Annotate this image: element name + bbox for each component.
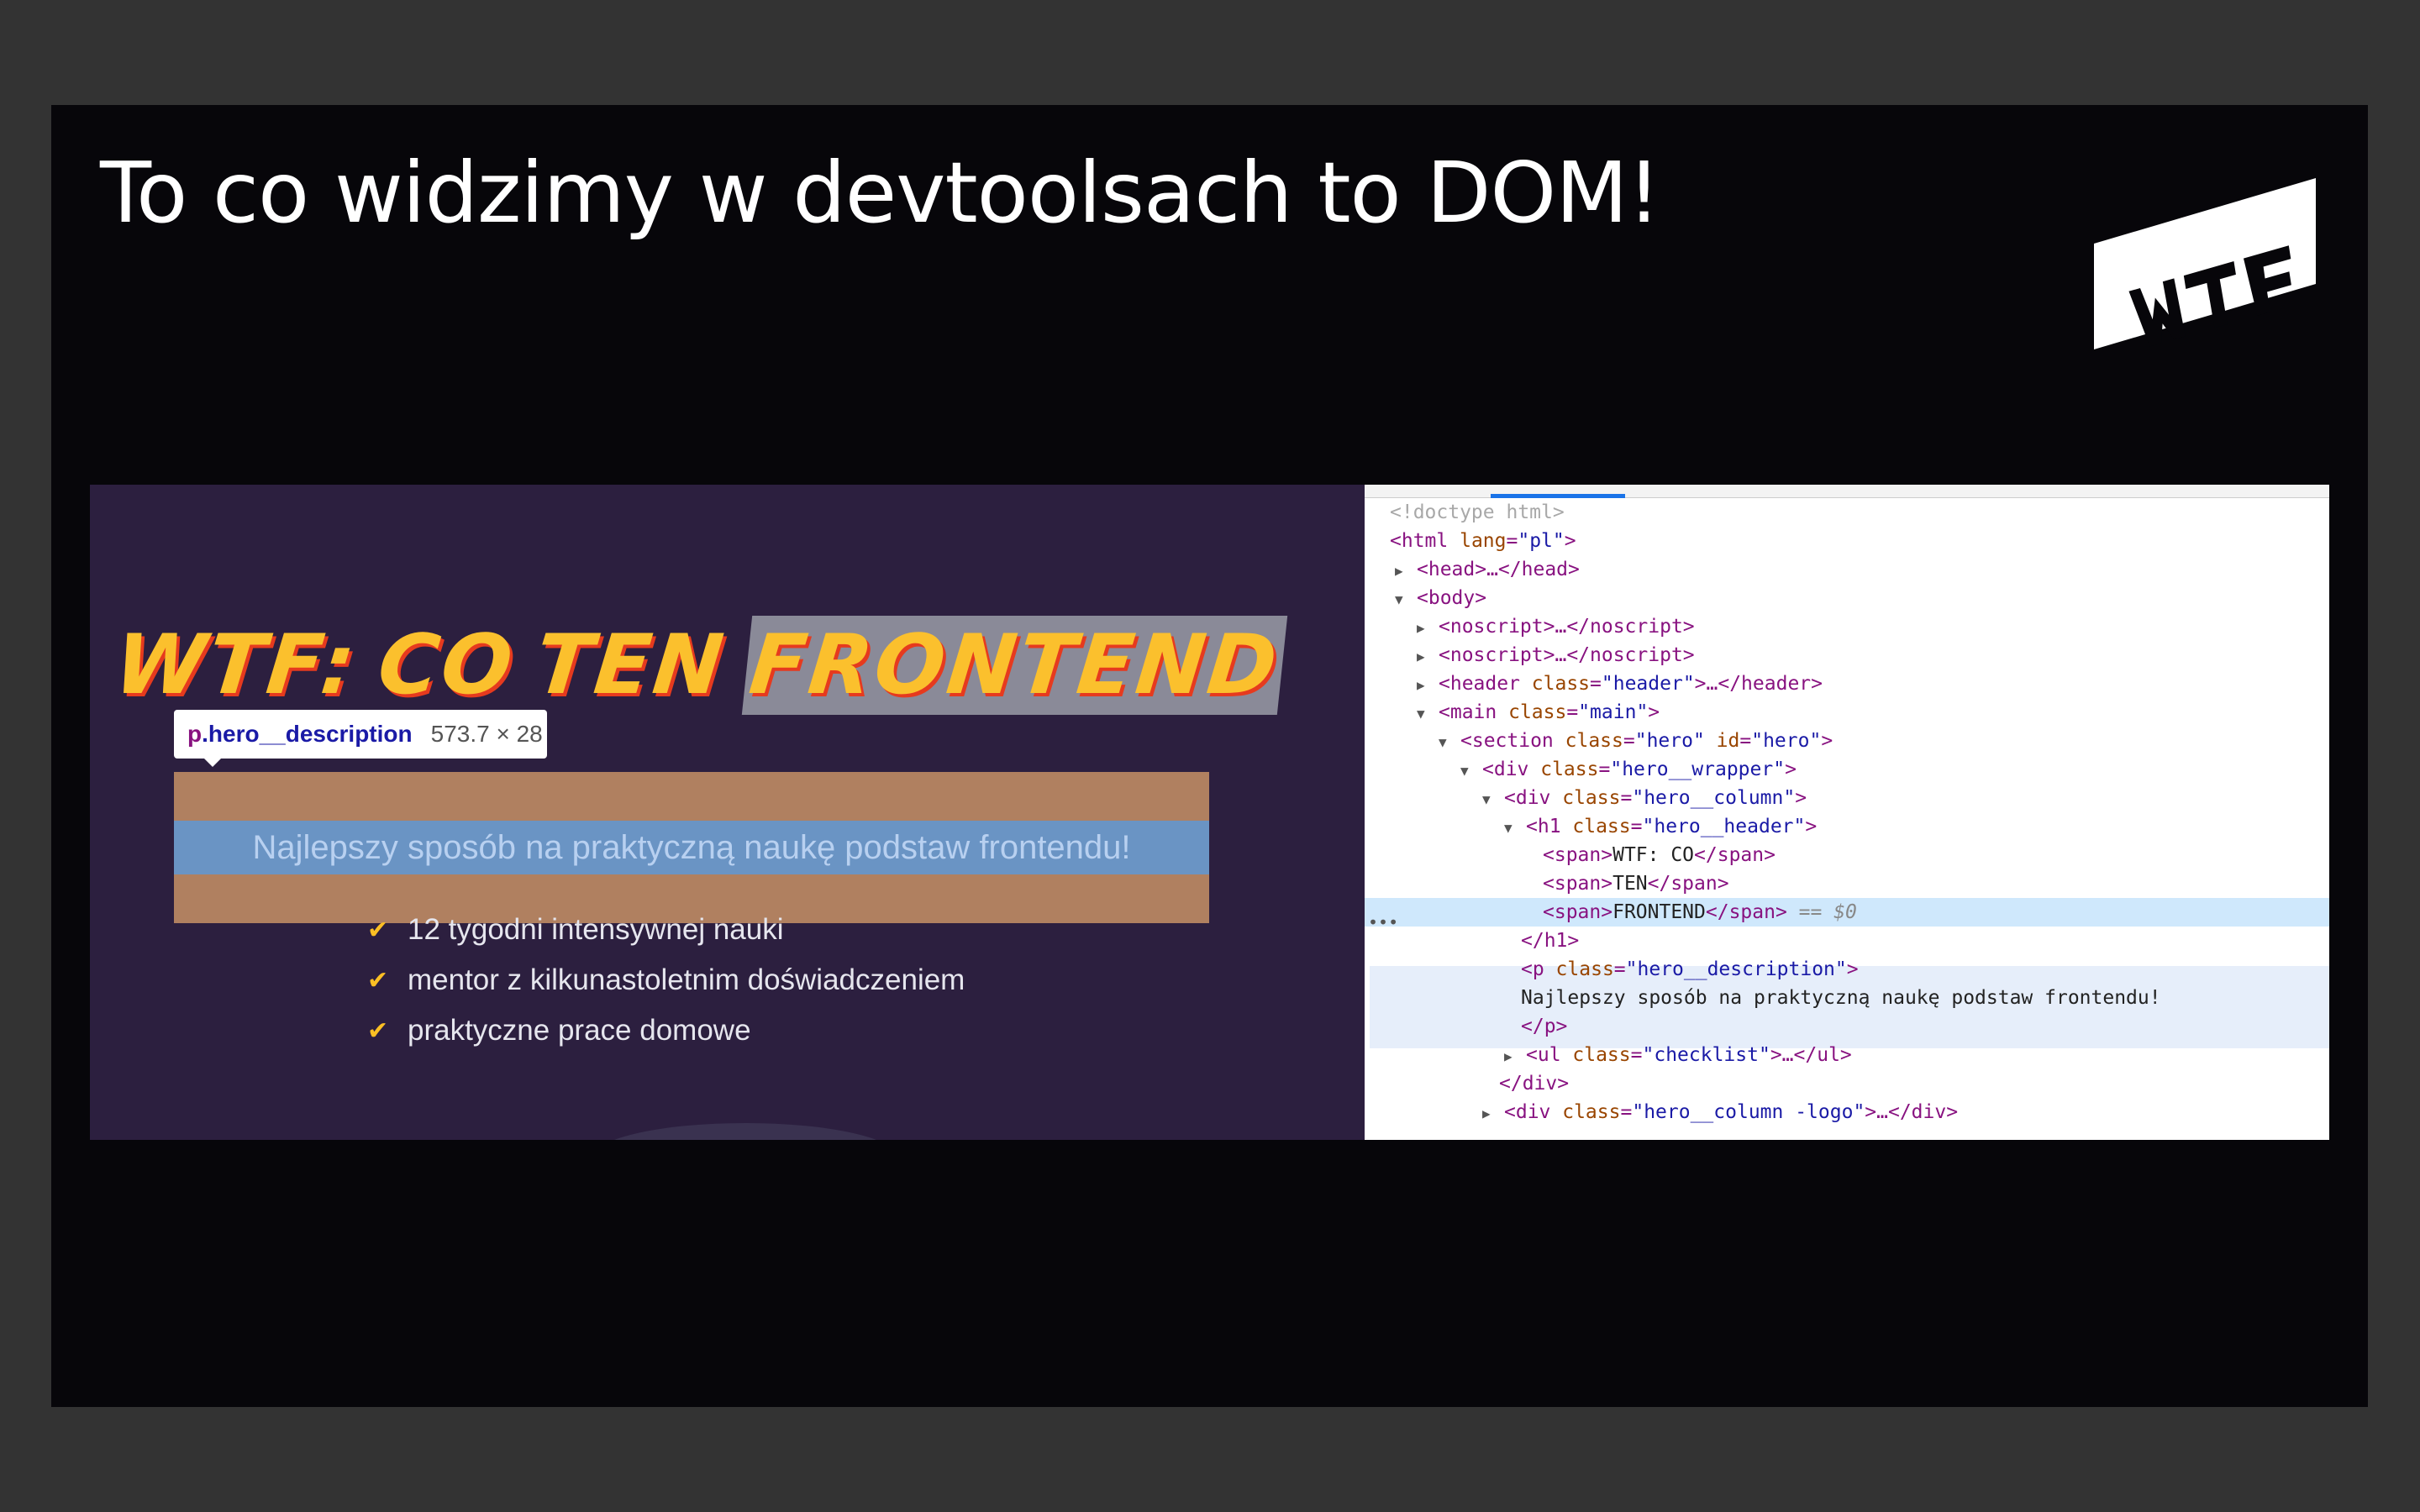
check-icon: ✔ <box>367 915 389 945</box>
expand-arrow-icon[interactable]: ▶ <box>1417 614 1439 643</box>
tooltip-size: 573.7 × 28 <box>430 721 543 747</box>
hero-heading-word: TEN <box>530 617 730 713</box>
wtf-logo <box>2094 178 2316 349</box>
collapse-arrow-icon[interactable]: ▼ <box>1439 728 1460 757</box>
dom-node-p-text[interactable]: Najlepszy sposób na praktyczną naukę pod… <box>1365 984 2329 1012</box>
dom-node-p[interactable]: <p class="hero__description"> <box>1365 955 2329 984</box>
dom-node-noscript[interactable]: ▶ <noscript>…</noscript> <box>1365 612 2329 641</box>
dom-node-noscript[interactable]: ▶ <noscript>…</noscript> <box>1365 641 2329 669</box>
dom-node-header[interactable]: ▶ <header class="header">…</header> <box>1365 669 2329 698</box>
checklist-item-label: 12 tygodni intensywnej nauki <box>408 913 784 946</box>
dom-node-span[interactable]: <span>TEN</span> <box>1365 869 2329 898</box>
selected-node-marker: == $0 <box>1798 901 1857 923</box>
hero-heading-word: WTF: <box>110 617 362 713</box>
dom-node-ul[interactable]: ▶ <ul class="checklist">…</ul> <box>1365 1041 2329 1069</box>
devtools-elements-panel: <!doctype html> <html lang="pl"> ▶ <head>… <box>1365 485 2329 1140</box>
hero-heading-word: CO <box>373 617 519 713</box>
dom-node-body[interactable]: ▼ <body> <box>1365 584 2329 612</box>
expand-arrow-icon[interactable]: ▶ <box>1482 1100 1504 1128</box>
dom-node-head[interactable]: ▶ <head>…</head> <box>1365 555 2329 584</box>
hero-heading: WTF: CO TEN FRONTEND <box>110 616 1309 715</box>
dom-node-span-selected[interactable]: <span>FRONTEND</span> == $0 <box>1365 898 2329 927</box>
logo-partial <box>594 1123 897 1140</box>
hero-description: Najlepszy sposób na praktyczną naukę pod… <box>252 829 1131 866</box>
dom-node-hero-column[interactable]: ▼ <div class="hero__column"> <box>1365 784 2329 812</box>
inspect-tooltip: p .hero__description 573.7 × 28 <box>174 710 547 759</box>
check-icon: ✔ <box>367 1016 389 1046</box>
page-preview: WTF: CO TEN FRONTEND Najlepszy sposób na pr… <box>90 485 1365 1140</box>
tooltip-arrow <box>203 757 223 767</box>
expand-arrow-icon[interactable]: ▶ <box>1504 1042 1526 1071</box>
dom-node-hero-wrapper[interactable]: ▼ <div class="hero__wrapper"> <box>1365 755 2329 784</box>
dom-node-h1[interactable]: ▼ <h1 class="hero__header"> <box>1365 812 2329 841</box>
slide-title: To co widzimy w devtoolsach to DOM! <box>100 144 1661 242</box>
dom-node-html[interactable]: <html lang="pl"> <box>1365 527 2329 555</box>
check-icon: ✔ <box>367 965 389 995</box>
dom-node-main[interactable]: ▼ <main class="main"> <box>1365 698 2329 727</box>
checklist-item: ✔ mentor z kilkunastoletnim doświadczeni… <box>367 957 965 1004</box>
hero-heading-word-highlighted: FRONTEND <box>741 616 1287 715</box>
tooltip-class: .hero__description <box>202 721 413 747</box>
expand-arrow-icon[interactable]: ▶ <box>1417 671 1439 700</box>
checklist-item-label: praktyczne prace domowe <box>408 1014 751 1047</box>
dom-node-h1-close[interactable]: </h1> <box>1365 927 2329 955</box>
dom-node-p-close[interactable]: </p> <box>1365 1012 2329 1041</box>
expand-arrow-icon[interactable]: ▶ <box>1395 557 1417 585</box>
collapse-arrow-icon[interactable]: ▼ <box>1504 814 1526 843</box>
checklist-item: ✔ praktyczne prace domowe <box>367 1007 751 1054</box>
dom-node-hero-column-logo[interactable]: ▶ <div class="hero__column -logo">…</div> <box>1365 1098 2329 1126</box>
expand-arrow-icon[interactable]: ▶ <box>1417 643 1439 671</box>
checklist-item: ✔ 12 tygodni intensywnej nauki <box>367 906 784 953</box>
tooltip-tag: p <box>187 721 203 747</box>
collapse-arrow-icon[interactable]: ▼ <box>1460 757 1482 785</box>
checklist-item-label: mentor z kilkunastoletnim doświadczeniem <box>408 963 965 996</box>
collapse-arrow-icon[interactable]: ▼ <box>1482 785 1504 814</box>
dom-node-doctype[interactable]: <!doctype html> <box>1365 498 2329 527</box>
dom-node-span[interactable]: <span>WTF: CO</span> <box>1365 841 2329 869</box>
collapse-arrow-icon[interactable]: ▼ <box>1395 585 1417 614</box>
collapse-arrow-icon[interactable]: ▼ <box>1417 700 1439 728</box>
dom-node-div-close[interactable]: </div> <box>1365 1069 2329 1098</box>
dom-node-section[interactable]: ▼ <section class="hero" id="hero"> <box>1365 727 2329 755</box>
